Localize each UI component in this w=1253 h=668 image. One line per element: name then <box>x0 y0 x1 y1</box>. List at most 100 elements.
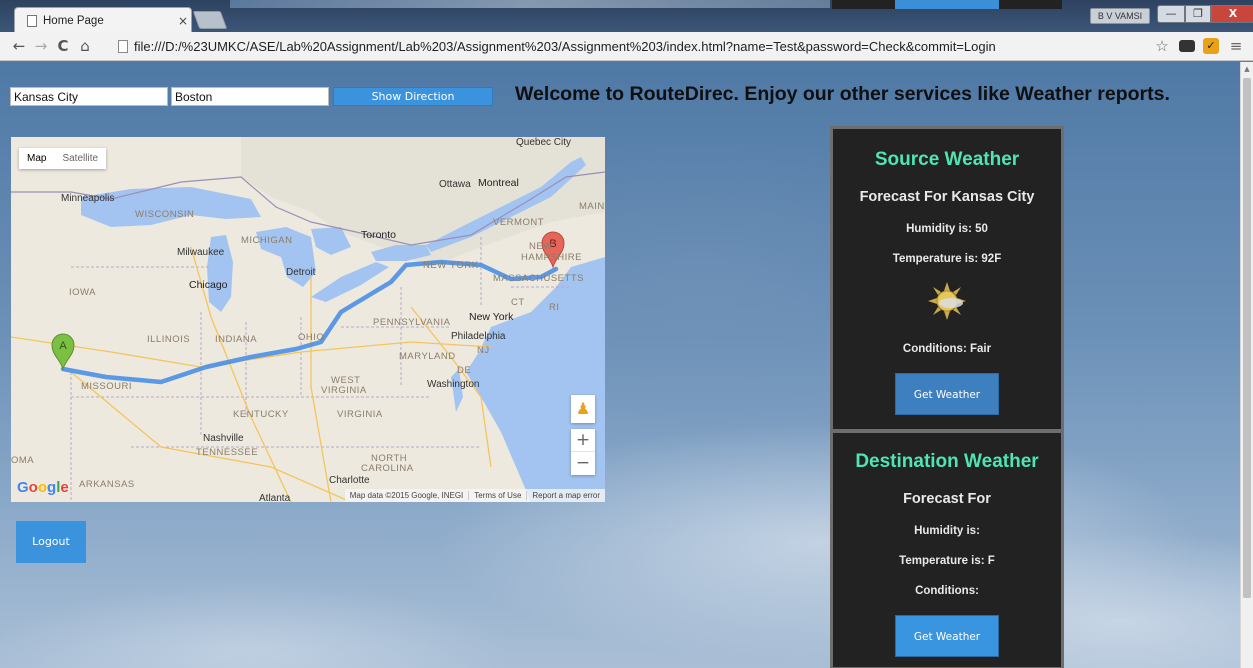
map-label: OMA <box>11 455 35 466</box>
map-label: New York <box>469 311 514 323</box>
toolbar-actions: ☆ ✓ ≡ <box>1153 37 1245 55</box>
user-profile-badge[interactable]: B V VAMSI <box>1090 8 1150 24</box>
zoom-out-button[interactable]: − <box>571 452 595 475</box>
map-label: NEW YORK <box>423 260 479 271</box>
map-label: WISCONSIN <box>135 209 195 220</box>
map-label: OHIO <box>298 332 325 343</box>
map-label: Atlanta <box>259 493 291 502</box>
destination-conditions: Conditions: <box>915 585 979 597</box>
browser-toolbar: ← → C ⌂ file:///D:/%23UMKC/ASE/Lab%20Ass… <box>0 32 1253 61</box>
page-scrollbar[interactable]: ▲ <box>1240 62 1253 668</box>
destination-input[interactable] <box>171 87 329 106</box>
button-peek <box>895 0 999 9</box>
map-label: Charlotte <box>329 475 370 486</box>
map-label: VERMONT <box>493 217 544 228</box>
street-view-pegman-icon[interactable]: ♟ <box>571 395 595 423</box>
map-label: Nashville <box>203 433 244 444</box>
home-icon[interactable]: ⌂ <box>74 37 96 55</box>
map-label: Detroit <box>286 267 316 278</box>
welcome-heading: Welcome to RouteDirec. Enjoy our other s… <box>515 83 1170 105</box>
reload-icon[interactable]: C <box>52 37 74 55</box>
map-canvas: A B <box>11 137 605 502</box>
file-icon <box>118 39 128 53</box>
map-label: VIRGINIA <box>321 385 367 396</box>
map-label: Milwaukee <box>177 247 225 258</box>
star-icon[interactable]: ☆ <box>1153 37 1171 55</box>
map-type-control: Map Satellite <box>19 148 107 169</box>
map-type-map-button[interactable]: Map <box>19 148 54 169</box>
source-forecast-heading: Forecast For Kansas City <box>859 189 1035 205</box>
map-label: RI <box>549 302 560 313</box>
source-input[interactable] <box>10 87 168 106</box>
tab-close-icon[interactable]: × <box>175 14 191 28</box>
map-type-satellite-button[interactable]: Satellite <box>54 148 106 169</box>
google-logo: Google <box>17 479 69 496</box>
logout-button[interactable]: Logout <box>16 521 86 563</box>
zoom-control: + − <box>571 429 595 475</box>
menu-icon[interactable]: ≡ <box>1227 37 1245 55</box>
map-label: NEW <box>529 241 553 252</box>
map-label: MAIN <box>579 201 605 212</box>
marker-a-label: A <box>59 340 67 352</box>
page-content: Show Direction Welcome to RouteDirec. En… <box>0 62 1240 668</box>
destination-humidity: Humidity is: <box>914 525 980 537</box>
destination-weather-title: Destination Weather <box>855 451 1039 472</box>
map-label: Toronto <box>361 229 397 241</box>
scrollbar-thumb[interactable] <box>1243 78 1251 598</box>
map-label: HAMPSHIRE <box>521 252 582 263</box>
source-conditions: Conditions: Fair <box>902 343 992 355</box>
check-extension-icon[interactable]: ✓ <box>1203 38 1219 54</box>
map-label: CT <box>511 297 525 308</box>
map-label: Quebec City <box>516 137 572 148</box>
map-label: MASSACHUSETTS <box>493 273 584 284</box>
zoom-in-button[interactable]: + <box>571 429 595 452</box>
map-label: VIRGINIA <box>337 409 383 420</box>
sun-icon <box>928 282 966 320</box>
destination-weather-panel: Destination Weather Forecast For Humidit… <box>830 430 1064 668</box>
source-weather-panel: Source Weather Forecast For Kansas City … <box>830 126 1064 432</box>
map-label: MARYLAND <box>399 351 456 362</box>
route-map[interactable]: A B Quebec City Ottawa Montreal Minneapo… <box>11 137 605 502</box>
page-icon <box>27 14 37 27</box>
source-get-weather-button[interactable]: Get Weather <box>895 373 999 415</box>
source-weather-title: Source Weather <box>874 149 1020 170</box>
maximize-button[interactable]: ❐ <box>1185 5 1211 23</box>
map-label: TENNESSEE <box>196 447 259 458</box>
map-label: MICHIGAN <box>241 235 293 246</box>
minimize-button[interactable]: — <box>1157 5 1185 23</box>
source-temperature: Temperature is: 92F <box>892 253 1002 265</box>
browser-titlebar: Home Page × B V VAMSI — ❐ X <box>0 0 1253 33</box>
address-bar[interactable]: file:///D:/%23UMKC/ASE/Lab%20Assignment/… <box>118 35 1138 57</box>
map-label: Chicago <box>189 279 228 291</box>
map-label: ILLINOIS <box>147 334 191 345</box>
close-window-button[interactable]: X <box>1211 5 1253 23</box>
map-label: ARKANSAS <box>79 479 135 490</box>
report-map-error-link[interactable]: Report a map error <box>526 491 605 500</box>
scroll-up-icon[interactable]: ▲ <box>1241 62 1253 76</box>
map-attribution: Map data ©2015 Google, INEGI Terms of Us… <box>344 489 605 502</box>
back-icon[interactable]: ← <box>8 37 30 55</box>
map-label: Ottawa <box>439 179 471 190</box>
show-direction-button[interactable]: Show Direction <box>333 87 493 106</box>
new-tab-button[interactable] <box>192 11 228 29</box>
tab-title: Home Page <box>43 14 104 27</box>
destination-forecast-heading: Forecast For <box>903 491 991 507</box>
background-peek <box>230 0 830 8</box>
window-controls: — ❐ X <box>1157 5 1253 23</box>
map-label: IOWA <box>69 287 96 298</box>
terms-of-use-link[interactable]: Terms of Use <box>468 491 526 500</box>
destination-get-weather-button[interactable]: Get Weather <box>895 615 999 657</box>
destination-temperature: Temperature is: F <box>899 555 995 567</box>
browser-tab[interactable]: Home Page × <box>14 7 192 33</box>
map-label: PENNSYLVANIA <box>373 317 451 328</box>
forward-icon[interactable]: → <box>30 37 52 55</box>
map-label: Washington <box>427 379 480 390</box>
glasses-extension-icon[interactable] <box>1179 40 1195 52</box>
map-label: CAROLINA <box>361 463 414 474</box>
map-label: DE <box>457 365 472 376</box>
url-text: file:///D:/%23UMKC/ASE/Lab%20Assignment/… <box>134 38 996 54</box>
map-label: KENTUCKY <box>233 409 289 420</box>
map-label: NJ <box>477 345 490 356</box>
map-label: INDIANA <box>215 334 258 345</box>
map-label: Montreal <box>478 177 519 189</box>
